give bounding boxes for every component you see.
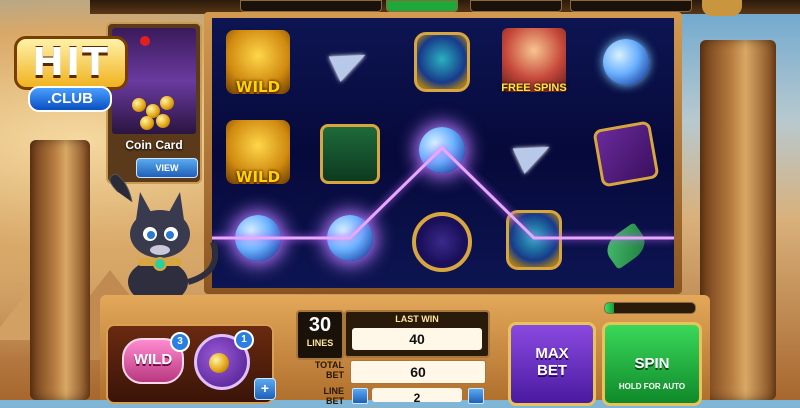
- coin-icon: [140, 116, 154, 130]
- coin-icon: [160, 96, 174, 110]
- last-win-value: 40: [352, 328, 482, 350]
- lines-label: LINES: [306, 338, 334, 348]
- black-cat-mascot: [109, 173, 219, 306]
- coin-card-label: Coin Card: [125, 138, 183, 152]
- menu-icon[interactable]: [702, 0, 742, 16]
- progress-bar: [604, 302, 696, 314]
- win-line: [212, 145, 674, 240]
- progress-fill: [605, 303, 614, 313]
- coin-boost-count: 1: [234, 330, 254, 350]
- add-boost-button[interactable]: +: [254, 378, 276, 400]
- coin-icon: [156, 114, 170, 128]
- hit-club-logo: HIT .CLUB: [14, 36, 128, 118]
- lines-value: 30: [308, 314, 332, 336]
- joystick-knob-icon: [140, 36, 150, 46]
- spin-sublabel: HOLD FOR AUTO: [618, 382, 686, 391]
- line-bet-decrease-button[interactable]: [352, 388, 368, 404]
- lines-display: 30 LINES: [296, 310, 344, 360]
- top-balance-slot[interactable]: [240, 0, 382, 12]
- max-bet-button[interactable]: MAX BET: [508, 322, 596, 406]
- top-status-slot[interactable]: [570, 0, 692, 12]
- last-win-label: LAST WIN: [395, 314, 439, 324]
- max-bet-label: MAX BET: [535, 345, 569, 379]
- coin-icon: [132, 98, 146, 112]
- line-bet-label: LINE BET: [323, 386, 344, 406]
- spin-button[interactable]: SPIN HOLD FOR AUTO: [602, 322, 702, 406]
- left-pillar: [30, 140, 90, 400]
- line-bet-increase-button[interactable]: [468, 388, 484, 404]
- top-buy-button[interactable]: [386, 0, 458, 12]
- reels[interactable]: WILD WILD FREE SPINS: [212, 18, 674, 288]
- boosts-panel: WILD 3 1: [106, 324, 274, 404]
- top-level-slot[interactable]: [470, 0, 562, 12]
- total-bet-label: TOTAL BET: [314, 360, 344, 380]
- total-bet-value: 60: [350, 360, 486, 384]
- logo-club-text: .CLUB: [28, 86, 112, 112]
- coin-icon: [209, 353, 229, 373]
- spin-label: SPIN: [634, 355, 670, 372]
- logo-hit-text: HIT: [14, 36, 128, 90]
- right-pillar: [700, 40, 776, 400]
- wild-boost-count: 3: [170, 332, 190, 352]
- last-win-display: LAST WIN 40: [344, 310, 490, 358]
